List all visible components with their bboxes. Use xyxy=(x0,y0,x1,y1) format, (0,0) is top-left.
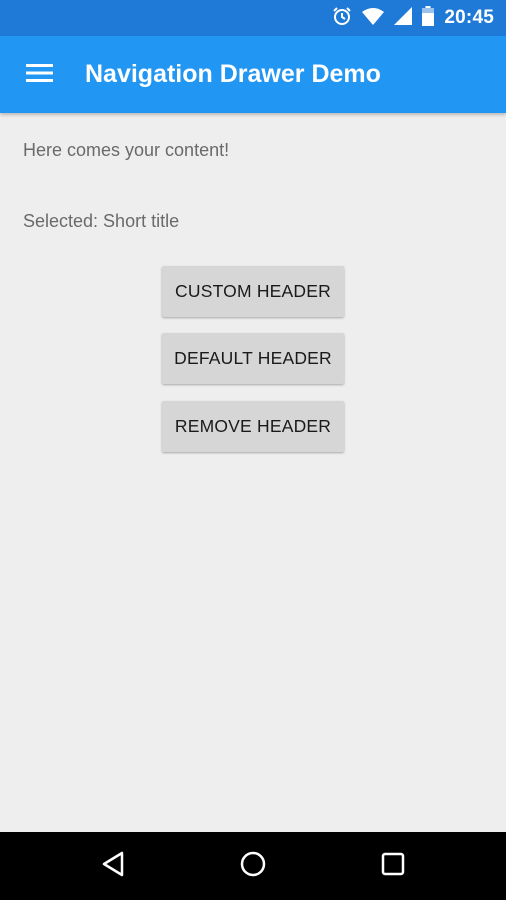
status-icons: 20:45 xyxy=(332,0,494,36)
selected-item-text: Selected: Short title xyxy=(23,211,180,231)
default-header-button[interactable]: DEFAULT HEADER xyxy=(162,333,344,384)
status-bar: 20:45 xyxy=(0,0,506,36)
wifi-icon xyxy=(362,7,385,30)
page-title: Navigation Drawer Demo xyxy=(85,60,381,88)
main-content: Here comes your content! Selected: Short… xyxy=(0,113,506,832)
back-icon xyxy=(100,850,126,883)
back-button[interactable] xyxy=(93,846,133,886)
hamburger-menu-icon xyxy=(25,63,53,88)
home-button[interactable] xyxy=(233,846,273,886)
recents-icon xyxy=(380,851,406,882)
app-bar: Navigation Drawer Demo xyxy=(0,36,506,113)
system-nav-bar xyxy=(0,832,506,900)
cell-signal-icon xyxy=(394,6,413,30)
content-message: Here comes your content! xyxy=(23,140,230,160)
alarm-icon xyxy=(332,6,352,31)
home-icon xyxy=(239,850,267,883)
battery-icon xyxy=(422,5,435,31)
custom-header-button[interactable]: CUSTOM HEADER xyxy=(162,266,344,317)
clock: 20:45 xyxy=(444,7,494,28)
remove-header-button[interactable]: REMOVE HEADER xyxy=(162,401,344,452)
menu-button[interactable] xyxy=(14,50,64,100)
recents-button[interactable] xyxy=(373,846,413,886)
